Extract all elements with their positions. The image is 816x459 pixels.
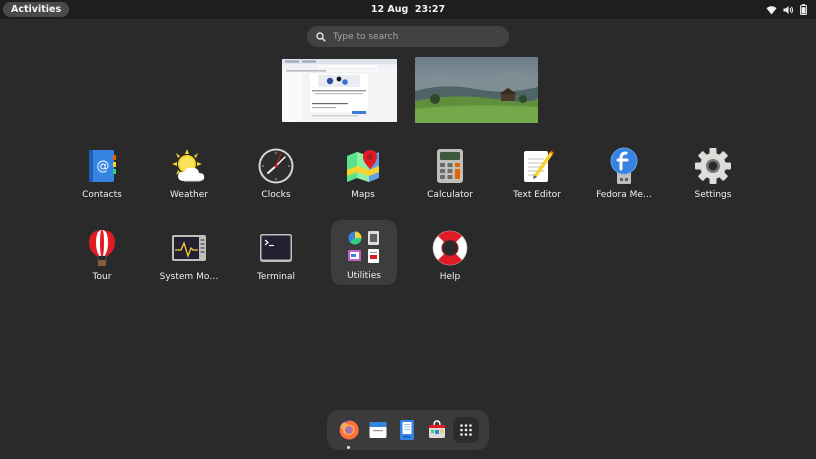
browser-document-thumbnail (282, 59, 397, 122)
text-editor-icon (518, 147, 556, 185)
app-label: Weather (170, 190, 208, 200)
app-system-monitor[interactable]: System Mo… (156, 223, 222, 289)
show-apps-button[interactable] (453, 417, 479, 443)
app-label: Settings (694, 190, 732, 200)
dash-dock (327, 410, 489, 450)
system-monitor-icon (170, 229, 208, 267)
terminal-icon (257, 229, 295, 267)
maps-icon (344, 147, 382, 185)
browser-document-window[interactable] (282, 59, 397, 122)
search-bar[interactable] (307, 26, 509, 47)
app-label: Maps (351, 190, 375, 200)
software-icon (429, 420, 445, 438)
app-fedora-media-writer[interactable]: Fedora Me… (591, 141, 657, 207)
dock-software[interactable] (424, 417, 450, 443)
settings-gear-icon (694, 147, 732, 185)
app-settings[interactable]: Settings (680, 141, 746, 207)
landscape-photo-thumbnail (415, 57, 538, 123)
clocks-icon (257, 147, 295, 185)
app-label: Utilities (347, 271, 381, 281)
app-tour[interactable]: Tour (69, 223, 135, 289)
app-help[interactable]: Help (417, 223, 483, 289)
app-maps[interactable]: Maps (330, 141, 396, 207)
folder-utilities[interactable]: Utilities (331, 220, 397, 285)
app-label: Terminal (256, 272, 296, 282)
app-weather[interactable]: Weather (156, 141, 222, 207)
app-clocks[interactable]: Clocks (243, 141, 309, 207)
app-contacts[interactable]: @ Contacts (69, 141, 135, 207)
fedora-icon (605, 147, 643, 185)
running-indicator (347, 446, 350, 449)
app-label: System Mo… (159, 272, 219, 282)
svg-text:@: @ (97, 159, 110, 174)
app-label: Tour (92, 272, 112, 282)
app-label: Contacts (82, 190, 122, 200)
landscape-photo-window[interactable] (415, 57, 538, 123)
app-terminal[interactable]: Terminal (243, 223, 309, 289)
search-icon (316, 31, 326, 42)
files-icon (400, 420, 414, 440)
calendar-icon (369, 422, 387, 438)
date-time-clock[interactable]: 12 Aug 23:27 (0, 0, 816, 19)
hot-air-balloon-icon (83, 229, 121, 267)
weather-icon (170, 147, 208, 185)
utilities-folder-icon (345, 228, 383, 266)
battery-icon (800, 4, 807, 15)
network-wireless-icon (766, 5, 777, 15)
calculator-icon (431, 147, 469, 185)
help-lifebuoy-icon (431, 229, 469, 267)
app-text-editor[interactable]: Text Editor (504, 141, 570, 207)
top-bar: Activities 12 Aug 23:27 (0, 0, 816, 19)
app-label: Clocks (261, 190, 291, 200)
dock-firefox[interactable] (336, 417, 362, 449)
search-input[interactable] (333, 31, 493, 42)
app-label: Calculator (427, 190, 473, 200)
firefox-icon (339, 420, 359, 440)
volume-icon (783, 5, 794, 15)
app-calculator[interactable]: Calculator (417, 141, 483, 207)
app-label: Text Editor (513, 190, 561, 200)
app-grid-icon (460, 424, 472, 436)
app-label: Help (439, 272, 461, 282)
app-label: Fedora Me… (596, 190, 652, 200)
system-tray[interactable] (766, 3, 807, 16)
dock-calendar[interactable] (365, 417, 391, 443)
contacts-icon: @ (83, 147, 121, 185)
dock-files[interactable] (394, 417, 420, 443)
